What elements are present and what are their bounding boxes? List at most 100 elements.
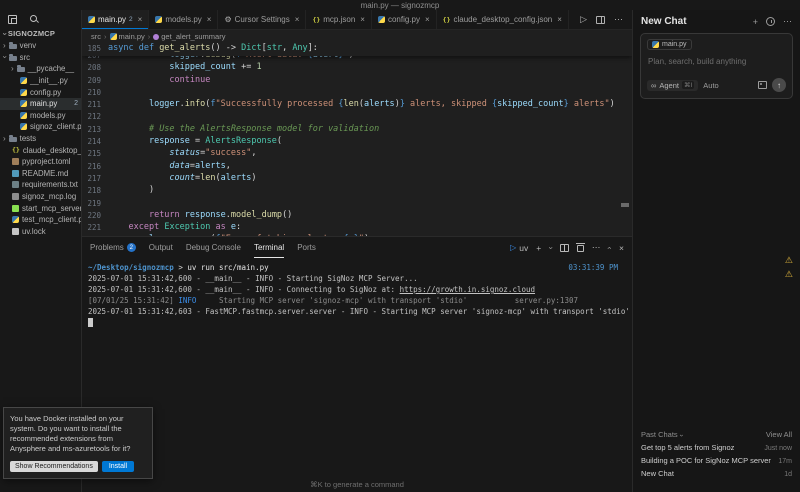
- warning-icon[interactable]: ⚠: [785, 256, 793, 265]
- breadcrumb-item-main-py[interactable]: main.py: [109, 32, 145, 41]
- panel-more-icon[interactable]: ⋯: [592, 242, 601, 253]
- maximize-panel-icon[interactable]: ›: [605, 246, 614, 249]
- code-line: 216 data=alerts,: [82, 161, 632, 173]
- log-file-icon: [12, 193, 19, 201]
- close-icon[interactable]: ×: [425, 15, 430, 24]
- model-selector[interactable]: Auto: [703, 81, 718, 90]
- tree-item-requirements-txt[interactable]: requirements.txt: [0, 179, 81, 191]
- split-terminal-icon[interactable]: [559, 243, 569, 252]
- tab-config-py[interactable]: config.py ×: [372, 10, 437, 29]
- code-lines: 207 logger.debug(f"Alert data: {alert}")…: [82, 43, 632, 236]
- new-chat-icon[interactable]: +: [753, 17, 758, 27]
- terminal-right-text: server.py:1307: [514, 296, 578, 305]
- problems-count-badge: 2: [126, 243, 136, 252]
- split-editor-icon[interactable]: [596, 15, 605, 24]
- tree-item-pyproject-toml[interactable]: pyproject.toml: [0, 156, 81, 168]
- explorer-root[interactable]: › SIGNOZMCP: [0, 26, 81, 40]
- tab-mcp-json[interactable]: {} mcp.json ×: [306, 10, 372, 29]
- panel-tab-debug-console[interactable]: Debug Console: [186, 237, 241, 258]
- explorer-icon[interactable]: [8, 14, 17, 24]
- close-panel-icon[interactable]: ×: [619, 243, 624, 253]
- new-terminal-button[interactable]: +: [536, 243, 541, 253]
- tree-item-config-py[interactable]: config.py: [0, 86, 81, 98]
- panel-tab-label: Problems: [90, 243, 124, 252]
- close-icon[interactable]: ×: [557, 15, 562, 24]
- context-chip[interactable]: main.py: [647, 39, 692, 50]
- tree-item-uv-lock[interactable]: uv.lock: [0, 226, 81, 238]
- tree-item-claude-desktop-con[interactable]: {}claude_desktop_con...: [0, 144, 81, 156]
- tab-label: models.py: [165, 15, 202, 24]
- search-icon[interactable]: [29, 14, 39, 24]
- gear-icon: ⚙: [224, 15, 232, 24]
- tree-item-venv[interactable]: › venv: [0, 40, 81, 52]
- run-button[interactable]: ▷: [580, 14, 587, 25]
- tab-cursor-settings[interactable]: ⚙ Cursor Settings ×: [218, 10, 307, 29]
- panel-tab-ports[interactable]: Ports: [297, 237, 316, 258]
- breadcrumb-label: src: [91, 32, 101, 41]
- history-icon[interactable]: [766, 17, 775, 26]
- symbol-method-icon: [153, 33, 160, 40]
- past-chats-label: Past Chats: [641, 430, 678, 439]
- breadcrumb-item-src[interactable]: src: [91, 32, 101, 41]
- terminal[interactable]: ~/Desktop/signozmcp > uv run src/main.py…: [82, 258, 632, 492]
- kill-terminal-icon[interactable]: [575, 243, 585, 252]
- install-button[interactable]: Install: [101, 461, 135, 472]
- token: info: [184, 99, 206, 110]
- show-recommendations-button[interactable]: Show Recommendations: [10, 461, 98, 472]
- line-number: 216: [87, 161, 101, 171]
- close-icon[interactable]: ×: [138, 15, 143, 24]
- tree-item-main-py[interactable]: main.py 2: [0, 97, 81, 110]
- tree-item-test-mcp-client-py[interactable]: test_mcp_client.py: [0, 214, 81, 226]
- close-icon[interactable]: ×: [207, 15, 212, 24]
- sidebar-toolbar: [0, 10, 81, 26]
- toml-file-icon: [12, 158, 19, 166]
- chat-input[interactable]: main.py Plan, search, build anything ∞ A…: [640, 33, 793, 99]
- past-chat-item[interactable]: Building a POC for SigNoz MCP server 17m: [641, 456, 792, 469]
- panel-tab-terminal[interactable]: Terminal: [254, 237, 284, 258]
- chat-more-icon[interactable]: ⋯: [783, 16, 792, 27]
- terminal-dropdown-icon[interactable]: ›: [547, 246, 556, 249]
- line-number: 220: [87, 210, 101, 220]
- tree-item-readme-md[interactable]: README.md: [0, 168, 81, 180]
- tree-item-models-py[interactable]: models.py: [0, 110, 81, 122]
- tree-item-tests[interactable]: › tests: [0, 133, 81, 145]
- send-button[interactable]: ↑: [772, 78, 786, 92]
- tab-main-py[interactable]: main.py 2 ×: [82, 10, 150, 29]
- tree-item-start-mcp-server-sh[interactable]: start_mcp_server.sh: [0, 202, 81, 214]
- tree-item-src[interactable]: › src: [0, 52, 81, 64]
- past-chat-item[interactable]: Get top 5 alerts from Signoz Just now: [641, 443, 792, 456]
- past-chat-time: 17m: [778, 458, 792, 465]
- token: 2025-07-01 15:31:42,600 - __main__ - INF…: [88, 274, 418, 283]
- token: get_alerts: [159, 43, 211, 53]
- breadcrumb-item-get-alert-summary[interactable]: get_alert_summary: [153, 32, 225, 41]
- code-text: logger.info(f"Successfully processed {le…: [108, 99, 615, 111]
- tab-claude-desktop-config-json[interactable]: {} claude_desktop_config.json ×: [437, 10, 569, 29]
- scrollbar-thumb[interactable]: [621, 203, 629, 207]
- tree-item-pycache[interactable]: › __pycache__: [0, 63, 81, 75]
- lock-file-icon: [12, 227, 19, 235]
- tree-item-signoz-client-py[interactable]: signoz_client.py: [0, 121, 81, 133]
- terminal-profile[interactable]: ▷ uv: [510, 243, 528, 253]
- code-editor[interactable]: 185 async def get_alerts() -> Dict[str, …: [82, 43, 632, 236]
- tree-item-label: config.py: [30, 87, 62, 97]
- tree-item-label: venv: [19, 41, 37, 51]
- token: AlertsResponse: [205, 136, 277, 147]
- tab-models-py[interactable]: models.py ×: [149, 10, 219, 29]
- close-icon[interactable]: ×: [360, 15, 365, 24]
- agent-mode-selector[interactable]: ∞ Agent ⌘I: [647, 79, 699, 91]
- line-number: 212: [87, 112, 101, 122]
- warning-icon[interactable]: ⚠: [785, 270, 793, 279]
- panel-tab-output[interactable]: Output: [149, 237, 173, 258]
- editor-more-icon[interactable]: ⋯: [614, 14, 623, 25]
- close-icon[interactable]: ×: [295, 15, 300, 24]
- tree-item-init-py[interactable]: __init__.py: [0, 75, 81, 87]
- past-chat-item[interactable]: New Chat 1d: [641, 469, 792, 482]
- tree-item-signoz-mcp-log[interactable]: signoz_mcp.log: [0, 191, 81, 203]
- past-chats-toggle[interactable]: Past Chats ›: [641, 430, 684, 439]
- panel-tab-problems[interactable]: Problems 2: [90, 237, 136, 258]
- tree-item-label: __init__.py: [30, 76, 68, 86]
- image-icon[interactable]: [758, 81, 767, 89]
- view-all-link[interactable]: View All: [766, 430, 792, 439]
- line-number: 219: [87, 198, 101, 208]
